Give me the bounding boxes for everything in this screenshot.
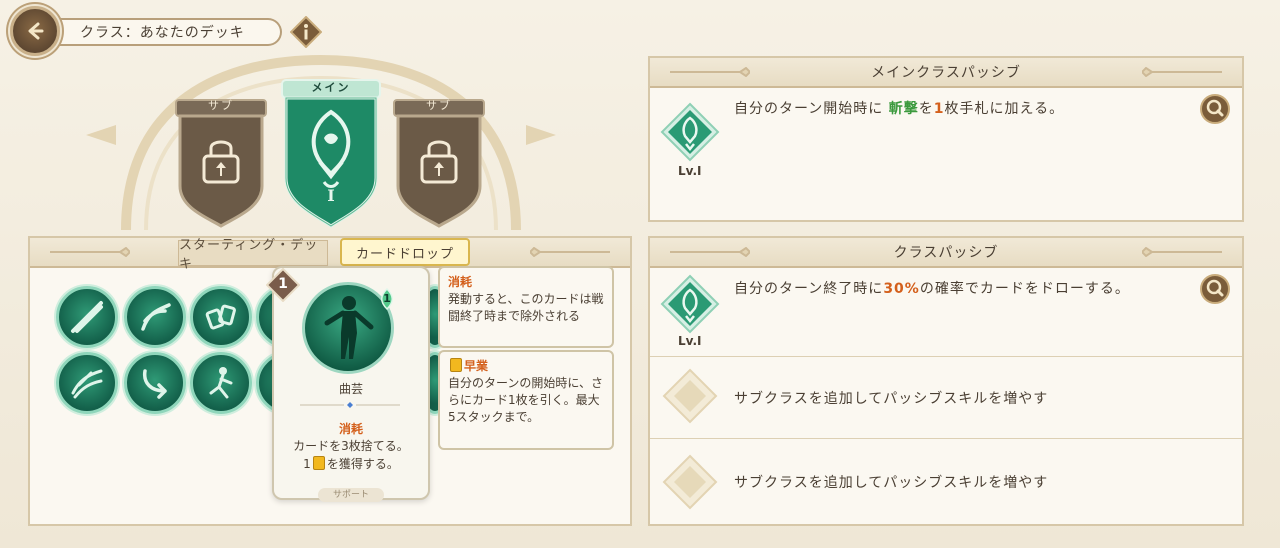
empty-skill-slot-icon xyxy=(662,368,718,424)
info-icon[interactable] xyxy=(290,16,322,48)
card-description: カードを3枚捨てる。 1 を獲得する。 xyxy=(272,437,430,473)
tooltip-early-header: 早業 xyxy=(448,358,604,375)
tooltip-early-title: 早業 xyxy=(464,359,489,373)
shield-locked-icon xyxy=(393,99,485,228)
coin-card-icon xyxy=(450,358,462,372)
tooltip-exhaust: 消耗 発動すると、このカードは戦闘終了時まで除外される xyxy=(438,266,614,348)
card-slot[interactable] xyxy=(124,352,186,414)
sub-class-slot-left[interactable]: サブ xyxy=(174,98,268,228)
main-class-passive-panel: メインクラスパッシブ Lv.I 自分のターン開始時に 斬撃を1枚手札に加える。 xyxy=(648,56,1244,222)
tab-card-drop[interactable]: カードドロップ xyxy=(340,238,470,266)
card-desc-line-1: カードを3枚捨てる。 xyxy=(293,439,409,453)
card-slot[interactable] xyxy=(56,352,118,414)
main-passive-text-mid: を xyxy=(918,101,934,117)
class-passive-level: Lv.I xyxy=(678,334,702,348)
card-desc-line-2: 1 を獲得する。 xyxy=(272,455,430,473)
main-rank: I xyxy=(327,186,335,205)
sub-class-slot-right[interactable]: サブ xyxy=(392,98,486,228)
tooltip-exhaust-title: 消耗 xyxy=(448,275,473,289)
ornament-icon xyxy=(50,247,130,257)
sub-label-left: サブ xyxy=(208,99,234,112)
main-class-slot[interactable]: メイン I xyxy=(280,78,382,228)
class-passive-skill-icon[interactable] xyxy=(660,274,720,334)
card-desc-count: 1 xyxy=(303,457,311,471)
main-passive-text-pre: 自分のターン開始時に xyxy=(734,101,884,117)
cards-card-icon xyxy=(205,304,236,330)
main-label: メイン xyxy=(311,81,351,94)
ornament-icon xyxy=(670,67,750,77)
tooltip-early-text: 自分のターンの開始時に、さらにカード1枚を引く。最大5スタックまで。 xyxy=(448,376,604,424)
card-cost: 1 xyxy=(278,276,288,292)
main-class-emblem-icon xyxy=(281,79,381,228)
class-passive-header: クラスパッシブ xyxy=(650,238,1242,268)
keyword-slash[interactable]: 斬撃 xyxy=(889,101,919,117)
magnify-icon[interactable] xyxy=(1200,274,1230,304)
class-deck-screen: クラス：あなたのデッキ サブ メイン I サブ メインクラスパッシブ Lv.I … xyxy=(0,0,1280,548)
empty-passive-slot-2: サブクラスを追加してパッシブスキルを増やす xyxy=(734,475,1049,491)
slash-card-icon xyxy=(71,301,103,333)
card-separator xyxy=(300,402,400,408)
card-type: サポート xyxy=(318,488,384,502)
swirl-card-icon xyxy=(141,303,171,331)
class-passive-text-post: の確率でカードをドローする。 xyxy=(919,281,1130,297)
class-passive-description: 自分のターン終了時に30%の確率でカードをドローする。 xyxy=(734,278,1130,298)
divider xyxy=(650,438,1242,439)
main-passive-header: メインクラスパッシブ xyxy=(650,58,1242,88)
shield-locked-icon xyxy=(175,99,267,228)
main-passive-description: 自分のターン開始時に 斬撃を1枚手札に加える。 xyxy=(734,98,1064,118)
main-passive-text-post: 枚手札に加える。 xyxy=(944,101,1065,117)
wind-card-icon xyxy=(71,369,103,399)
acrobat-card-icon xyxy=(209,367,233,399)
card-slot[interactable] xyxy=(190,352,252,414)
card-name: 曲芸 xyxy=(338,382,363,396)
deck-panel-header xyxy=(30,238,630,268)
tooltip-exhaust-text: 発動すると、このカードは戦闘終了時まで除外される xyxy=(448,292,604,323)
dash-card-icon xyxy=(142,369,167,399)
page-title: クラス：あなたのデッキ xyxy=(48,18,282,46)
magnify-icon[interactable] xyxy=(1200,94,1230,124)
coin-card-icon xyxy=(312,456,325,470)
main-passive-skill-icon[interactable] xyxy=(660,102,720,162)
card-gem-value: 1 xyxy=(383,292,391,305)
divider xyxy=(650,356,1242,357)
ornament-icon xyxy=(1142,247,1222,257)
ornament-icon xyxy=(670,247,750,257)
empty-skill-slot-icon xyxy=(662,454,718,510)
sub-label-right: サブ xyxy=(426,99,452,112)
tab-starting-deck[interactable]: スターティング・デッキ xyxy=(178,238,328,272)
acrobat-figure-icon xyxy=(324,296,374,359)
ornament-icon xyxy=(530,247,610,257)
card-slot[interactable] xyxy=(56,286,118,348)
main-passive-level: Lv.I xyxy=(678,164,702,178)
class-passive-title: クラスパッシブ xyxy=(893,245,999,261)
tooltip-early: 早業 自分のターンの開始時に、さらにカード1枚を引く。最大5スタックまで。 xyxy=(438,350,614,450)
card-slot[interactable] xyxy=(190,286,252,348)
empty-passive-slot-1: サブクラスを追加してパッシブスキルを増やす xyxy=(734,391,1049,407)
back-arrow-icon xyxy=(28,22,44,40)
card-keyword: 消耗 xyxy=(338,422,363,436)
class-passive-text-pre: 自分のターン終了時に xyxy=(734,281,884,297)
main-passive-count: 1 xyxy=(933,101,945,117)
card-desc-text: を獲得する。 xyxy=(326,457,399,471)
back-button[interactable] xyxy=(10,6,60,56)
ornament-icon xyxy=(1142,67,1222,77)
card-slot[interactable] xyxy=(124,286,186,348)
class-passive-percent: 30% xyxy=(883,281,920,297)
class-passive-panel: クラスパッシブ Lv.I 自分のターン終了時に30%の確率でカードをドローする。… xyxy=(648,236,1244,526)
main-passive-title: メインクラスパッシブ xyxy=(871,65,1021,81)
